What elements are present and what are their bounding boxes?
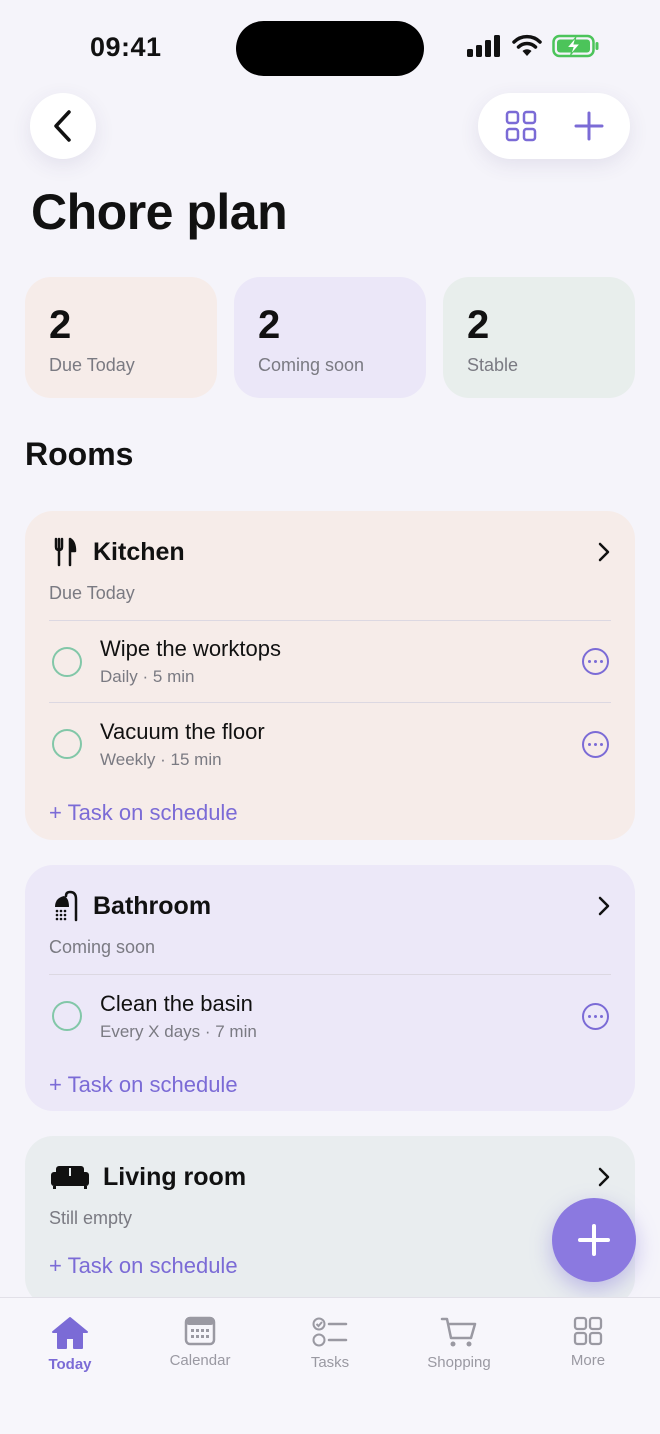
task-title: Clean the basin [100,990,253,1016]
shower-icon [49,890,81,922]
room-name: Kitchen [93,537,185,566]
more-options-icon[interactable] [582,1002,609,1030]
status-bar: 09:41 [0,0,660,90]
more-options-icon[interactable] [582,730,609,758]
room-card-kitchen: Kitchen Due Today Wipe the worktops Dail… [25,511,635,840]
task-frequency: Weekly · 15 min [100,749,222,769]
task-row[interactable]: Wipe the worktops Daily · 5 min [49,621,611,703]
tab-label: More [570,1352,606,1369]
stat-value: 2 [49,303,72,347]
tab-bar: Today Calendar Tasks Shopping More [0,1297,660,1434]
cart-icon [440,1317,477,1347]
room-header[interactable]: Bathroom [49,865,611,947]
chevron-right-icon[interactable] [597,896,611,916]
chevron-right-icon[interactable] [597,1167,611,1187]
task-row[interactable]: Vacuum the floor Weekly · 15 min [49,703,611,785]
tab-label: Calendar [169,1352,231,1369]
add-task-button[interactable]: + Task on schedule [49,1238,611,1294]
tab-label: Tasks [310,1354,350,1371]
tab-today[interactable]: Today [20,1316,120,1373]
status-icons [466,34,600,58]
room-status: Still empty [49,1208,133,1228]
stat-label: Due Today [49,355,135,375]
checklist-icon [312,1317,348,1347]
task-checkbox[interactable] [52,729,82,759]
chevron-right-icon[interactable] [597,542,611,562]
chevron-left-icon [54,110,71,142]
tab-calendar[interactable]: Calendar [150,1316,250,1369]
room-name: Living room [103,1162,247,1191]
room-status: Coming soon [49,937,611,975]
task-row[interactable]: Clean the basin Every X days · 7 min [49,975,611,1057]
plus-icon [578,1224,610,1256]
fork-knife-icon [49,536,81,568]
add-task-button[interactable]: + Task on schedule [49,1057,611,1113]
more-options-icon[interactable] [582,648,609,675]
page-title: Chore plan [31,184,288,240]
add-fab-button[interactable] [552,1198,636,1282]
tab-tasks[interactable]: Tasks [280,1316,380,1371]
wifi-icon [512,34,542,56]
grid-icon [573,1316,603,1346]
task-frequency: Daily · 5 min [100,667,195,686]
back-button[interactable] [30,93,96,159]
stat-card-stable[interactable]: 2 Stable [443,277,635,398]
room-name: Bathroom [93,891,212,920]
stat-card-coming-soon[interactable]: 2 Coming soon [234,277,426,398]
stat-value: 2 [258,303,281,347]
task-title: Wipe the worktops [100,636,281,661]
room-card-living-room: Living room Still empty + Task on schedu… [25,1136,635,1306]
tab-label: Shopping [427,1354,491,1371]
stats-row: 2 Due Today 2 Coming soon 2 Stable [25,277,635,398]
plus-icon[interactable] [574,111,604,141]
room-header[interactable]: Kitchen [49,511,611,593]
tab-shopping[interactable]: Shopping [409,1316,509,1371]
status-time: 09:41 [90,32,162,62]
top-actions [478,93,630,159]
sofa-icon [49,1161,91,1193]
room-header[interactable]: Living room [49,1136,611,1218]
task-checkbox[interactable] [52,1001,82,1031]
task-checkbox[interactable] [52,646,82,677]
tab-more[interactable]: More [538,1316,638,1369]
stat-label: Coming soon [258,355,365,375]
battery-icon [552,34,599,58]
signal-icon [467,35,500,57]
add-task-button[interactable]: + Task on schedule [49,785,611,841]
stat-card-due-today[interactable]: 2 Due Today [25,277,217,398]
task-title: Vacuum the floor [100,718,265,744]
dynamic-island [236,21,424,76]
room-status: Due Today [49,583,611,621]
room-card-bathroom: Bathroom Coming soon Clean the basin Eve… [25,865,635,1111]
tab-label: Today [48,1356,92,1373]
stat-value: 2 [467,303,490,347]
task-frequency: Every X days · 7 min [100,1021,257,1041]
rooms-section-title: Rooms [25,436,134,472]
calendar-icon [184,1316,216,1346]
grid-view-icon[interactable] [505,110,537,142]
stat-label: Stable [467,355,519,375]
house-icon [52,1317,88,1349]
